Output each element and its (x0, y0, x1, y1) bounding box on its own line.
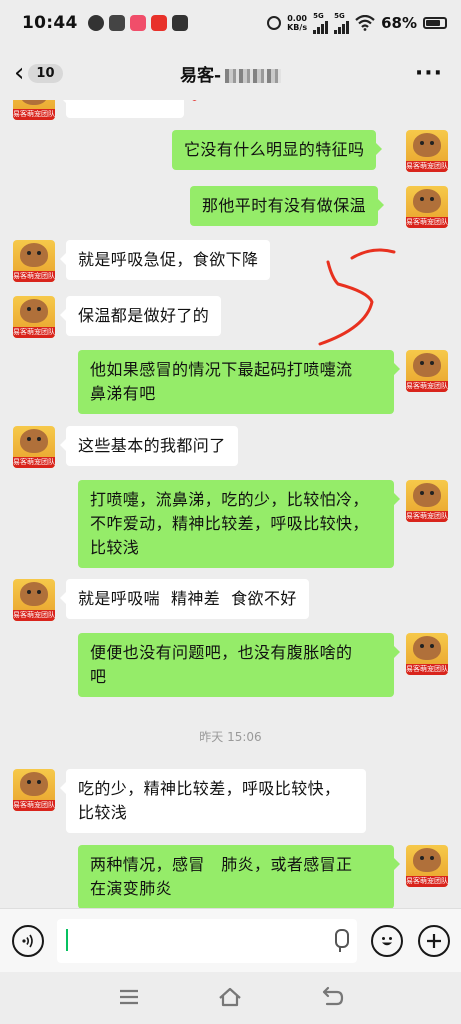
message-line: 打喷嚏，流鼻涕，吃的少，比较怕冷， (90, 490, 369, 509)
text-cursor (66, 929, 68, 951)
contact-avatar[interactable]: 易客萌宠团队 (13, 100, 55, 120)
my-avatar[interactable]: 易客萌宠团队 (406, 633, 448, 675)
signal-2-label: 5G (334, 11, 345, 20)
red-annotation-scribble (318, 248, 396, 346)
message-line: 比较浅 (90, 538, 140, 557)
outgoing-message[interactable]: 那他平时有没有做保温 (190, 186, 385, 226)
message-line: 鼻涕有吧 (90, 384, 156, 403)
message-input[interactable] (57, 919, 357, 963)
contact-avatar[interactable]: 易客萌宠团队 (13, 296, 55, 338)
net-speed-value: 0.00 (287, 14, 307, 23)
outgoing-message[interactable]: 便便也没有问题吧，也没有腹胀啥的 吧 (78, 633, 400, 697)
message-line: 两种情况，感冒 肺炎，或者感冒正 (90, 855, 353, 874)
mountain-icon (108, 15, 125, 31)
outgoing-message[interactable]: 他如果感冒的情况下最起码打喷嚏流 鼻涕有吧 (78, 350, 400, 414)
incoming-message[interactable]: 就是呼吸喘 精神差 食欲不好 (60, 579, 309, 619)
incoming-message[interactable]: 保温都是做好了的 (59, 296, 222, 336)
message-line: 他如果感冒的情况下最起码打喷嚏流 (90, 360, 353, 379)
notification-icons (87, 15, 188, 31)
home-icon[interactable] (217, 986, 243, 1008)
contact-avatar[interactable]: 易客萌宠团队 (13, 769, 55, 811)
redacted-name (225, 68, 282, 83)
video-app-icon (129, 15, 146, 31)
net-speed: 0.00 KB/s (287, 14, 307, 32)
message-line: 比较浅 (78, 803, 128, 822)
outgoing-message[interactable]: 两种情况，感冒 肺炎，或者感冒正 在演变肺炎 (78, 845, 400, 908)
my-avatar[interactable]: 易客萌宠团队 (406, 480, 448, 522)
chat-title-text: 易客- (179, 65, 222, 86)
emoji-button[interactable] (371, 925, 403, 957)
my-avatar[interactable]: 易客萌宠团队 (406, 845, 448, 887)
net-speed-unit: KB/s (287, 23, 308, 32)
my-avatar[interactable]: 易客萌宠团队 (406, 130, 448, 172)
voice-icon (22, 934, 33, 948)
status-time: 10:44 (22, 13, 78, 33)
chat-header: ‹ 10 易客- ··· (0, 46, 461, 100)
signal-1-label: 5G (313, 11, 324, 20)
taobao-icon (171, 15, 188, 31)
unread-count-badge: 10 (28, 63, 63, 83)
signal-icon-1: 5G (313, 11, 329, 34)
incoming-message[interactable] (60, 100, 184, 118)
message-line: 吧 (90, 667, 107, 686)
status-bar: 10:44 0.00 KB/s 5G 5G 68% (0, 0, 461, 46)
my-avatar[interactable]: 易客萌宠团队 (406, 350, 448, 392)
unread-dot (192, 100, 197, 101)
incoming-message[interactable]: 这些基本的我都问了 (60, 426, 238, 466)
alarm-icon (267, 16, 282, 30)
chat-title: 易客- (0, 61, 461, 86)
status-right: 0.00 KB/s 5G 5G 68% (267, 11, 447, 34)
message-line: 便便也没有问题吧，也没有腹胀啥的 (90, 643, 353, 662)
my-avatar[interactable]: 易客萌宠团队 (406, 186, 448, 228)
chevron-left-icon: ‹ (14, 58, 25, 88)
signal-icon-2: 5G (334, 11, 350, 34)
wifi-icon (355, 15, 375, 31)
voice-toggle-button[interactable] (12, 925, 44, 957)
battery-percent: 68% (381, 14, 417, 32)
plus-icon (427, 934, 441, 948)
incoming-message[interactable]: 就是呼吸急促，食欲下降 (59, 240, 271, 280)
emoji-icon (382, 937, 392, 946)
back-button[interactable]: ‹ 10 (14, 60, 63, 86)
microphone-icon[interactable] (331, 929, 349, 953)
more-options-button[interactable]: ··· (415, 61, 443, 86)
contact-avatar[interactable]: 易客萌宠团队 (13, 426, 55, 468)
outgoing-message[interactable]: 打喷嚏，流鼻涕，吃的少，比较怕冷， 不咋爱动，精神比较差，呼吸比较快， 比较浅 (78, 480, 400, 568)
contact-avatar[interactable]: 易客萌宠团队 (13, 579, 55, 621)
battery-icon (423, 17, 447, 29)
system-nav-bar (0, 972, 461, 1024)
red-app-icon (150, 15, 167, 31)
message-line: 不咋爱动，精神比较差，呼吸比较快， (90, 514, 369, 533)
wechat-icon (87, 15, 104, 31)
contact-avatar[interactable]: 易客萌宠团队 (13, 240, 55, 282)
message-list[interactable]: 易客萌宠团队 易客萌宠团队 它没有什么明显的特征吗 易客萌宠团队 那他平时有没有… (0, 100, 461, 908)
incoming-message[interactable]: 吃的少，精神比较差，呼吸比较快， 比较浅 (60, 769, 366, 833)
message-line: 吃的少，精神比较差，呼吸比较快， (78, 779, 341, 798)
message-line: 在演变肺炎 (90, 879, 173, 898)
message-timestamp: 昨天 15:06 (199, 730, 262, 744)
menu-icon[interactable] (116, 986, 142, 1008)
back-nav-icon[interactable] (319, 986, 345, 1008)
input-bar (0, 908, 461, 972)
outgoing-message[interactable]: 它没有什么明显的特征吗 (172, 130, 383, 170)
plus-button[interactable] (418, 925, 450, 957)
